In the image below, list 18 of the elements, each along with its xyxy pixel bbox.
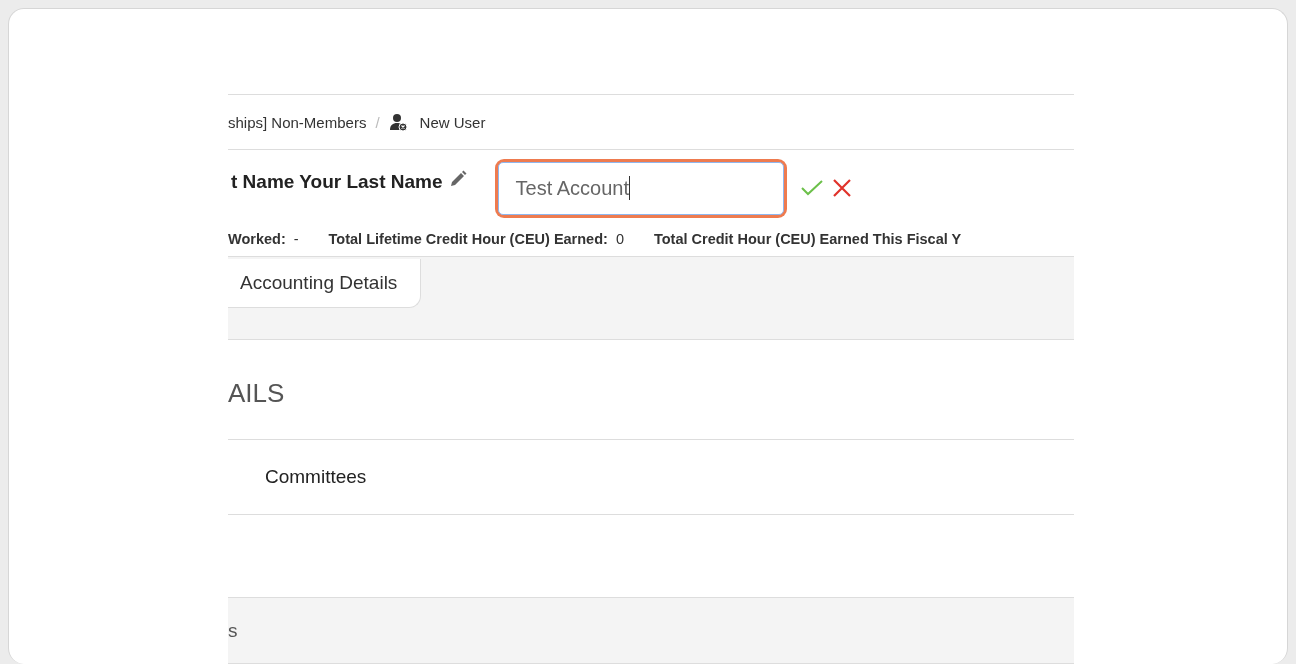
pencil-icon[interactable]	[448, 170, 467, 188]
stat-label: Total Lifetime Credit Hour (CEU) Earned:	[328, 231, 608, 247]
breadcrumb-link[interactable]: ships] Non-Members	[228, 113, 367, 131]
section-heading: AILS	[228, 340, 1074, 440]
stat-label: Worked:	[228, 231, 286, 247]
stat-value: 0	[615, 231, 624, 247]
stat-value: -	[293, 231, 299, 247]
panel-heading: s	[228, 619, 238, 642]
close-icon[interactable]	[832, 179, 851, 197]
breadcrumb-separator: /	[375, 113, 380, 131]
user-icon	[388, 112, 408, 132]
check-icon[interactable]	[800, 180, 823, 196]
tab[interactable]: Accounting Details	[228, 259, 422, 308]
section-label: Committees	[228, 440, 1074, 515]
user-full-name: t Name Your Last Name	[231, 171, 443, 193]
stat-label: Total Credit Hour (CEU) Earned This Fiscal Y	[653, 231, 962, 247]
name-input-field[interactable]: Test Account	[494, 158, 787, 218]
breadcrumb-link[interactable]: New User	[419, 113, 486, 131]
